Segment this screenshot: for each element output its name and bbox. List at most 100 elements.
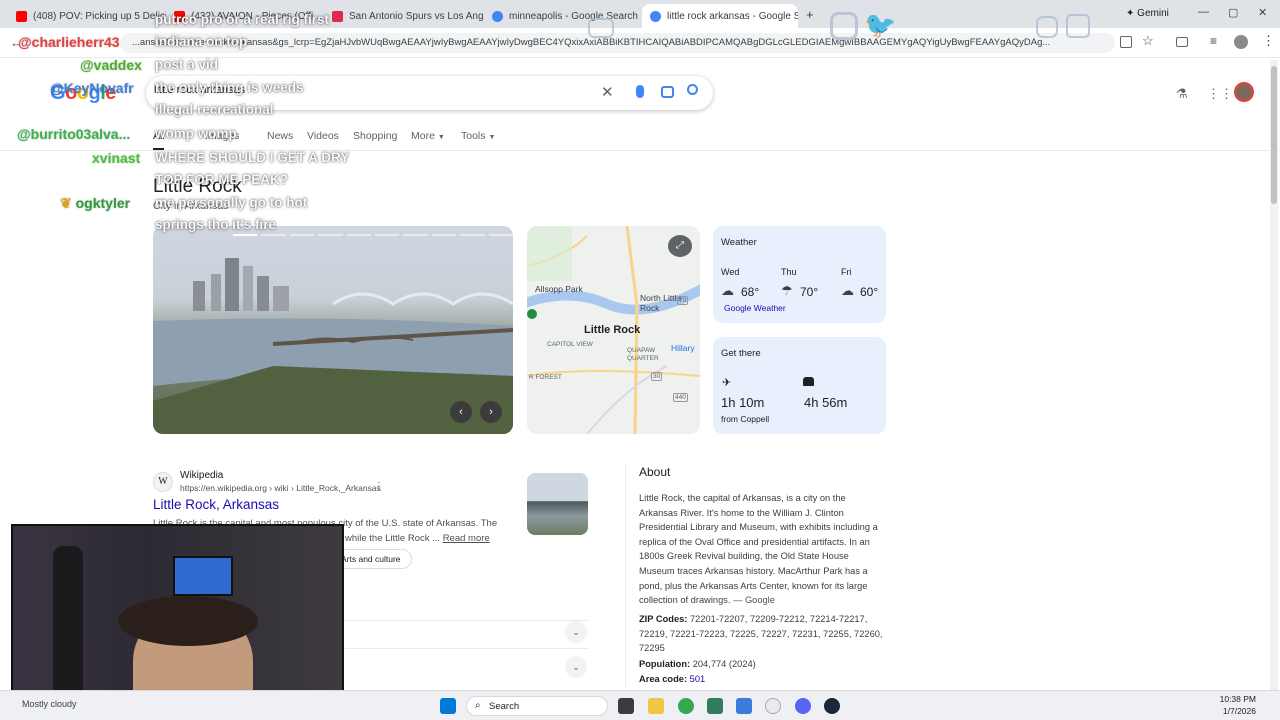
result-more-icon[interactable]: ⋮ <box>374 481 384 492</box>
chat-message: WHERE SHOULD I GET A DRY <box>155 150 350 165</box>
menu-kebab-icon[interactable]: ⋮ <box>1262 33 1275 49</box>
chat-message: TOP FOR ME PEAK? <box>155 172 289 187</box>
tab-news[interactable]: News <box>267 130 293 142</box>
weather-card[interactable]: Weather Wed Thu Fri ☁ 68° ☂ 70° ☁ 60° Go… <box>713 226 886 323</box>
result-snippet-line2: while the Little Rock ... Read more <box>345 533 490 544</box>
twitch-icon <box>1066 14 1090 38</box>
area-code-value[interactable]: 501 <box>690 674 706 684</box>
maximize-button[interactable]: ▢ <box>1228 6 1238 19</box>
account-avatar[interactable] <box>1234 82 1254 102</box>
city-map[interactable]: Allsopp Park North Little Rock Little Ro… <box>527 226 700 434</box>
result-thumbnail[interactable] <box>527 473 588 535</box>
tab-label: little rock arkansas - Google Se... <box>667 10 798 22</box>
photo-progress-dot <box>318 234 343 236</box>
app-icon[interactable] <box>707 698 723 714</box>
chat-username: @vaddex <box>80 57 142 73</box>
close-window-button[interactable]: ✕ <box>1258 6 1267 19</box>
labs-flask-icon[interactable]: ⚗ <box>1176 86 1188 102</box>
clock-time[interactable]: 10:38 PM <box>1216 694 1256 704</box>
next-photo-button[interactable]: › <box>480 401 502 423</box>
expand-map-icon[interactable]: ⤢ <box>668 235 692 257</box>
chat-message: womp womp <box>155 126 237 141</box>
wikipedia-favicon: W <box>153 472 173 492</box>
mail-icon[interactable] <box>736 698 752 714</box>
map-label-capitol: CAPITOL VIEW <box>547 341 593 348</box>
photo-progress-dot <box>375 234 400 236</box>
webcam-monitor <box>173 556 233 596</box>
clock-date[interactable]: 1/7/2026 <box>1216 706 1256 716</box>
chrome-icon[interactable] <box>678 698 694 714</box>
zip-codes: ZIP Codes: 72201-72207, 72209-72212, 722… <box>639 612 886 656</box>
search-icon: ⌕ <box>475 700 481 711</box>
gemini-button[interactable]: ✦ Gemini <box>1126 8 1169 19</box>
microphone-icon[interactable] <box>636 85 644 98</box>
zip-label: ZIP Codes: <box>639 614 688 624</box>
city-photo[interactable]: ‹ › <box>153 226 513 434</box>
read-more-link[interactable]: Read more <box>443 533 490 544</box>
weather-source-link[interactable]: Google Weather <box>724 303 786 313</box>
webcam-overlay <box>11 524 344 710</box>
chat-message: the only thing is weeds <box>155 80 304 95</box>
discord-icon[interactable] <box>795 698 811 714</box>
tab-tools[interactable]: Tools ▼ <box>461 130 495 142</box>
photo-progress-dot <box>488 234 513 236</box>
minimize-button[interactable]: — <box>1198 6 1209 18</box>
flight-duration: 1h 10m <box>721 395 765 410</box>
browser-tab[interactable]: San Antonio Spurs vs Los Ange...✕ <box>324 4 484 28</box>
music-icon[interactable] <box>765 698 781 714</box>
file-explorer-icon[interactable] <box>648 698 664 714</box>
chat-message: illegal recreational <box>155 102 274 117</box>
chat-username: @charlieherr43 <box>18 34 120 50</box>
result-title-link[interactable]: Little Rock, Arkansas <box>153 497 279 512</box>
apps-grid-icon[interactable]: ⋮⋮ <box>1207 86 1233 102</box>
twitter-icon: 🐦 <box>864 10 897 40</box>
snippet-text: while the Little Rock ... <box>345 533 441 544</box>
drive-duration: 4h 56m <box>804 395 848 410</box>
chevron-down-icon[interactable]: ⌄ <box>565 621 587 643</box>
tab-search-icon[interactable] <box>1176 37 1188 47</box>
steam-icon[interactable] <box>824 698 840 714</box>
tab-shopping[interactable]: Shopping <box>353 130 397 142</box>
population: Population: 204,774 (2024) <box>639 657 756 672</box>
car-icon <box>803 377 814 386</box>
cloud-icon: ☁ <box>841 283 854 298</box>
chat-username: @burrito03alva... <box>17 126 131 142</box>
downloads-icon[interactable]: ≡ <box>1210 34 1217 48</box>
translate-icon[interactable] <box>1120 36 1132 48</box>
about-source: — Google <box>733 595 775 606</box>
chevron-down-icon[interactable]: ⌄ <box>565 656 587 678</box>
browser-tab-active[interactable]: little rock arkansas - Google Se...✕ <box>642 4 798 28</box>
chat-username-text: ogktyler <box>75 195 131 211</box>
bookmark-star-icon[interactable]: ☆ <box>1142 33 1154 49</box>
population-label: Population: <box>639 659 691 669</box>
youtube-icon <box>16 10 27 22</box>
map-route-440: 440 <box>673 393 688 402</box>
browser-tab[interactable]: (408) POV: Picking up 5 Delicio...✕ <box>8 4 166 28</box>
photo-progress-dot <box>403 234 428 236</box>
lens-camera-icon[interactable] <box>661 86 674 98</box>
scrollbar-thumb[interactable] <box>1271 66 1277 204</box>
task-view-icon[interactable] <box>618 698 634 714</box>
browser-tab[interactable]: minneapolis - Google Search✕ <box>484 4 640 28</box>
chat-username: xvinast <box>92 150 141 166</box>
close-icon[interactable]: ✕ <box>638 11 640 22</box>
tab-videos[interactable]: Videos <box>307 130 339 142</box>
previous-photo-button[interactable]: ‹ <box>450 401 472 423</box>
url-field[interactable]: ...ansas&oq=little+rock+arkansas&gs_lcrp… <box>120 33 1115 53</box>
clear-icon[interactable]: ✕ <box>601 83 614 101</box>
map-label-forest: R FOREST <box>529 374 562 381</box>
taskbar-search[interactable]: ⌕ Search <box>466 696 608 716</box>
tab-more[interactable]: More ▼ <box>411 130 445 142</box>
photo-progress-dot <box>233 234 258 236</box>
windows-start-icon[interactable] <box>440 698 456 714</box>
about-heading: About <box>639 465 671 479</box>
chevron-down-icon: ▼ <box>488 134 496 141</box>
search-icon[interactable] <box>687 84 698 95</box>
google-icon <box>650 10 661 22</box>
new-tab-button[interactable]: + <box>806 7 814 22</box>
weather-widget[interactable]: Mostly cloudy <box>22 699 77 709</box>
chevron-down-icon: ▼ <box>437 134 445 141</box>
get-there-card[interactable]: Get there ✈ 1h 10m from Coppell 4h 56m <box>713 337 886 434</box>
flight-origin: from Coppell <box>721 414 770 424</box>
profile-avatar[interactable] <box>1234 35 1248 49</box>
